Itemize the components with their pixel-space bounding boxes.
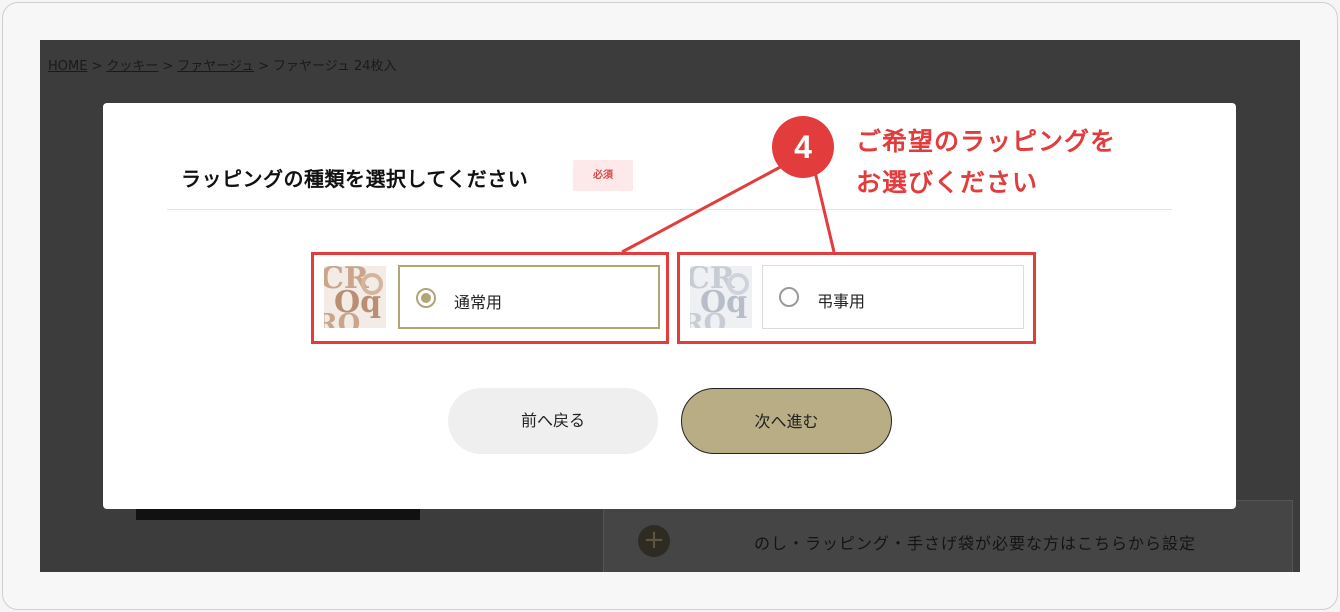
step-number-badge: 4 <box>772 116 834 178</box>
annotation-note-line2: お選びください <box>856 168 1039 197</box>
callout-box-condolence <box>677 252 1036 344</box>
annotation-note-line1: ご希望のラッピングを <box>856 127 1117 156</box>
callout-box-normal <box>311 252 669 344</box>
annotation-connector-lines <box>621 162 836 254</box>
annotation-note: ご希望のラッピングを お選びください <box>856 121 1116 203</box>
